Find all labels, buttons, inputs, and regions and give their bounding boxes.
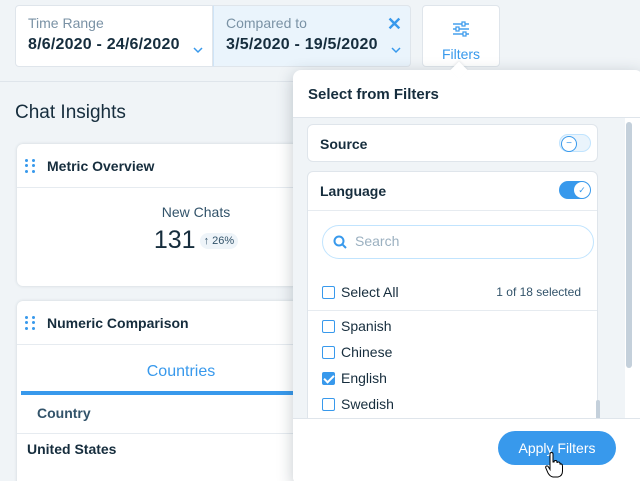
- option-label: English: [341, 370, 387, 386]
- table-row: United States: [27, 441, 117, 457]
- drag-handle-icon[interactable]: [25, 158, 39, 174]
- option-label: Swedish: [341, 396, 394, 412]
- option-checkbox[interactable]: [322, 398, 335, 411]
- source-label: Source: [320, 136, 368, 152]
- option-label: Chinese: [341, 344, 393, 360]
- drag-handle-icon[interactable]: [25, 315, 39, 331]
- language-label: Language: [320, 183, 387, 199]
- select-all-row[interactable]: Select All 1 of 18 selected: [308, 274, 597, 311]
- source-toggle[interactable]: −: [559, 134, 591, 152]
- filters-button[interactable]: Filters: [422, 5, 500, 67]
- popover-title: Select from Filters: [293, 70, 640, 118]
- time-range-value: 8/6/2020 - 24/6/2020: [28, 36, 180, 53]
- filter-list: Source − Language ✓ Select All 1 of 18 s…: [293, 118, 625, 418]
- select-all-checkbox[interactable]: [322, 286, 335, 299]
- card-title: Metric Overview: [47, 157, 155, 174]
- popover-footer: Apply Filters: [293, 418, 640, 481]
- divider: [308, 210, 597, 211]
- option-checkbox[interactable]: [322, 372, 335, 385]
- minus-icon: −: [561, 136, 577, 152]
- sliders-icon: [453, 21, 469, 37]
- compared-to-label: Compared to: [226, 15, 307, 31]
- check-icon: ✓: [574, 182, 590, 198]
- language-search[interactable]: [322, 225, 594, 259]
- popover-scrollbar[interactable]: [626, 122, 632, 368]
- filter-popover: Select from Filters Source − Language ✓ …: [293, 61, 640, 481]
- search-input[interactable]: [355, 233, 575, 249]
- close-icon[interactable]: ✕: [387, 15, 402, 33]
- metric-value: 131: [153, 226, 196, 254]
- metric-change-badge: ↑ 26%: [199, 232, 239, 249]
- metric-label: New Chats: [161, 204, 231, 220]
- language-toggle[interactable]: ✓: [559, 181, 591, 199]
- filters-button-label: Filters: [441, 46, 481, 62]
- option-label: Spanish: [341, 318, 392, 334]
- compared-to-value: 3/5/2020 - 19/5/2020: [226, 36, 378, 53]
- option-checkbox[interactable]: [322, 346, 335, 359]
- compared-to-selector[interactable]: Compared to 3/5/2020 - 19/5/2020 ✕: [213, 5, 411, 67]
- metric-new-chats: New Chats 131 ↑ 26%: [121, 204, 271, 255]
- option-checkbox[interactable]: [322, 320, 335, 333]
- time-range-label: Time Range: [28, 15, 104, 31]
- select-all-label: Select All: [341, 284, 399, 300]
- page-title: Chat Insights: [15, 102, 126, 123]
- hand-cursor-icon: [545, 452, 563, 478]
- selected-count: 1 of 18 selected: [496, 285, 581, 299]
- card-title: Numeric Comparison: [47, 314, 189, 331]
- chevron-down-icon: [391, 47, 401, 54]
- filter-section-source[interactable]: Source −: [307, 124, 598, 162]
- time-range-selector[interactable]: Time Range 8/6/2020 - 24/6/2020: [15, 5, 213, 67]
- list-scrollbar[interactable]: [596, 400, 600, 418]
- filter-section-language: Language ✓ Select All 1 of 18 selected S…: [307, 171, 600, 418]
- chevron-down-icon: [193, 47, 203, 54]
- search-icon: [333, 235, 347, 249]
